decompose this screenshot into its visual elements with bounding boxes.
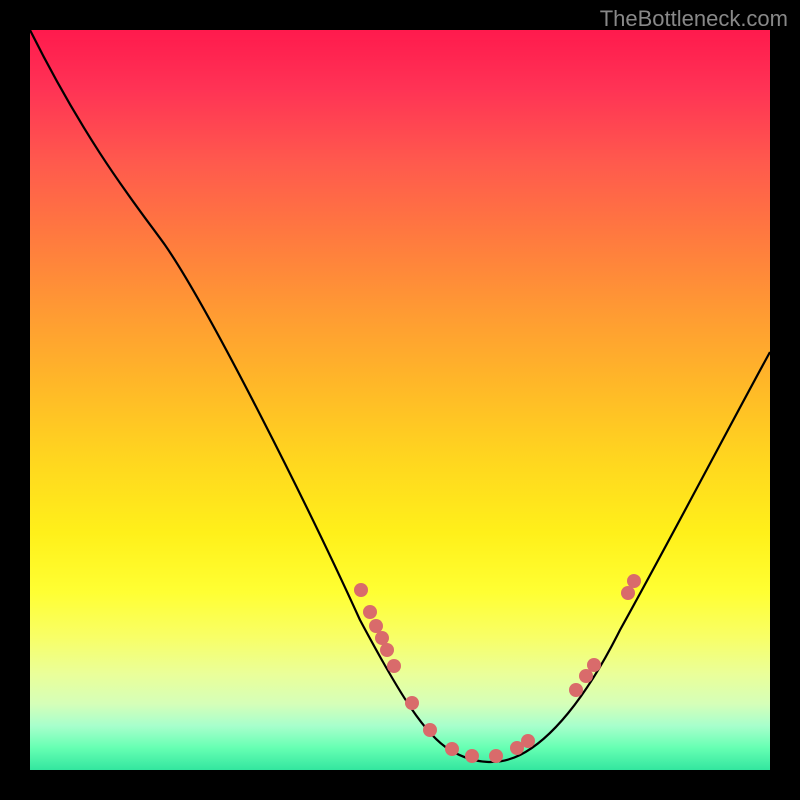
data-point (380, 643, 394, 657)
data-point (465, 749, 479, 763)
data-point (521, 734, 535, 748)
data-point (587, 658, 601, 672)
data-point (621, 586, 635, 600)
data-point (569, 683, 583, 697)
data-point (445, 742, 459, 756)
data-point (405, 696, 419, 710)
data-point (369, 619, 383, 633)
data-point (627, 574, 641, 588)
chart-svg (30, 30, 770, 770)
data-point (489, 749, 503, 763)
chart-plot-area (30, 30, 770, 770)
data-point (387, 659, 401, 673)
data-point (375, 631, 389, 645)
data-point (423, 723, 437, 737)
data-points-group (354, 574, 641, 763)
attribution-text: TheBottleneck.com (600, 6, 788, 32)
bottleneck-curve (30, 30, 770, 762)
data-point (354, 583, 368, 597)
data-point (363, 605, 377, 619)
